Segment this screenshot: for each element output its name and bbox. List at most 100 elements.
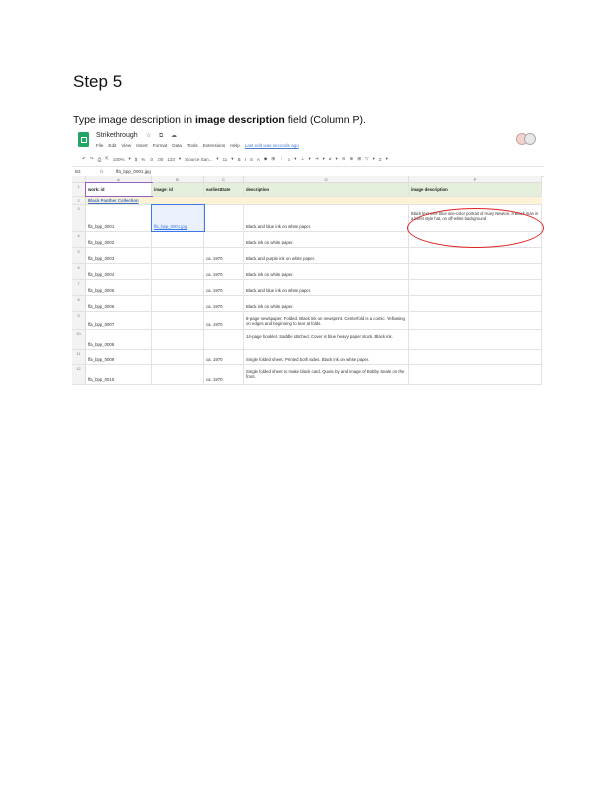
table-cell[interactable]: 8-page newspaper. Folded. Black ink on n… <box>244 312 409 329</box>
row-number[interactable]: 12 <box>72 365 86 384</box>
toolbar-control[interactable]: ↷ <box>90 156 94 162</box>
table-cell[interactable]: Black ink on white paper. <box>244 264 409 279</box>
toolbar-control[interactable]: ⇱ <box>105 156 109 162</box>
menu-item[interactable]: Tools <box>187 143 198 148</box>
toolbar-control[interactable]: ⊞ <box>357 156 361 162</box>
toolbar-control[interactable]: 100% <box>113 157 125 162</box>
table-cell[interactable] <box>152 312 204 329</box>
toolbar-control[interactable]: ↶ <box>82 156 86 162</box>
toolbar-control[interactable]: ⊥ <box>301 156 305 162</box>
table-cell[interactable] <box>204 330 244 349</box>
table-cell[interactable]: Black and purple ink on white paper. <box>244 248 409 263</box>
menu-item[interactable]: Help <box>230 143 239 148</box>
toolbar-control[interactable]: % <box>141 157 145 162</box>
toolbar-control[interactable]: ▾ <box>373 156 375 162</box>
table-cell[interactable] <box>409 296 542 311</box>
table-cell[interactable]: ca. 1970 <box>204 350 244 364</box>
toolbar-control[interactable]: ▾ <box>335 156 337 162</box>
header-cell[interactable]: work: id <box>85 182 153 197</box>
header-cell[interactable]: image description <box>409 183 542 196</box>
toolbar-control[interactable]: ▾ <box>231 156 233 162</box>
formula-input[interactable]: ffa_bpp_0001.jpg <box>116 169 151 174</box>
table-cell[interactable] <box>409 312 542 329</box>
sheets-logo-icon[interactable] <box>78 132 89 147</box>
row-number[interactable]: 6 <box>72 264 86 279</box>
menu-item[interactable]: Insert <box>136 143 148 148</box>
header-cell[interactable]: description <box>244 183 409 196</box>
toolbar-control[interactable]: ▾ <box>294 156 296 162</box>
toolbar-control[interactable]: ≡ <box>288 157 291 162</box>
toolbar-control[interactable]: ▾ <box>128 156 130 162</box>
row-number[interactable]: 3 <box>72 205 86 231</box>
row-number[interactable]: 11 <box>72 350 86 364</box>
table-cell[interactable]: ca. 1970 <box>204 365 244 384</box>
row-number[interactable]: 5 <box>72 248 86 263</box>
table-cell[interactable] <box>409 365 542 384</box>
table-cell[interactable]: Black ink on white paper. <box>244 296 409 311</box>
toolbar-control[interactable]: ⌀ <box>329 156 332 162</box>
table-cell[interactable]: ffa_bpp_0001.jpg <box>151 204 205 232</box>
menu-item[interactable]: Extensions <box>203 143 225 148</box>
toolbar-control[interactable]: $ <box>135 157 138 162</box>
row-number[interactable]: 9 <box>72 312 86 329</box>
toolbar-control[interactable]: 123 <box>167 157 175 162</box>
table-cell[interactable]: ca. 1970 <box>204 264 244 279</box>
toolbar-control[interactable]: ◆ <box>264 156 267 162</box>
table-cell[interactable] <box>409 330 542 349</box>
toolbar-control[interactable]: I <box>245 157 246 162</box>
menu-item[interactable]: Data <box>172 143 182 148</box>
toolbar-control[interactable]: 11 <box>223 157 228 162</box>
document-title[interactable]: Strikethrough <box>96 132 138 139</box>
toolbar-control[interactable]: B <box>238 157 241 162</box>
toolbar-control[interactable]: ⊝ <box>342 156 346 162</box>
table-cell[interactable]: ffa_bpp_0003 <box>86 248 152 263</box>
table-cell[interactable]: Black and blue ink on white paper. <box>244 205 409 231</box>
column-header-c[interactable]: C <box>204 176 244 183</box>
toolbar-control[interactable]: ▾ <box>216 156 218 162</box>
toolbar-control[interactable]: .0 <box>149 157 153 162</box>
table-cell[interactable]: Black and blue ink on white paper. <box>244 280 409 295</box>
cell-reference[interactable]: B3 <box>75 169 81 174</box>
menu-item[interactable]: Edit <box>108 143 116 148</box>
row-number[interactable]: 7 <box>72 280 86 295</box>
table-cell[interactable] <box>152 232 204 247</box>
row-number[interactable]: 2 <box>72 197 86 204</box>
toolbar-control[interactable]: ⎙ <box>98 157 102 162</box>
table-cell[interactable]: ffa_bpp_0007 <box>86 312 152 329</box>
header-cell[interactable]: earliestDate <box>204 183 244 196</box>
toolbar-control[interactable]: ▾ <box>308 156 310 162</box>
table-cell[interactable] <box>409 280 542 295</box>
table-cell[interactable]: ffa_bpp_0004 <box>86 264 152 279</box>
menu-item[interactable]: View <box>121 143 131 148</box>
table-cell[interactable]: Single folded sheet. Printed both sides.… <box>244 350 409 364</box>
table-cell[interactable]: ffa_bpp_0001 <box>86 205 152 231</box>
table-cell[interactable] <box>409 350 542 364</box>
toolbar-control[interactable]: Source San... <box>185 157 212 162</box>
table-cell[interactable]: ca. 1970 <box>204 296 244 311</box>
toolbar-control[interactable]: ⇥ <box>315 156 319 162</box>
table-cell[interactable]: 14-page booklet. Saddle stitched. Cover … <box>244 330 409 349</box>
table-cell[interactable] <box>409 264 542 279</box>
toolbar-control[interactable]: ▽ <box>365 156 368 162</box>
table-cell[interactable] <box>152 296 204 311</box>
table-cell[interactable] <box>204 232 244 247</box>
column-header-a[interactable]: A <box>86 176 152 183</box>
table-cell[interactable] <box>204 205 244 231</box>
table-cell[interactable]: ffa_bpp_0005 <box>86 280 152 295</box>
table-cell[interactable]: Single folded sheet to make black card. … <box>244 365 409 384</box>
table-cell[interactable] <box>152 264 204 279</box>
toolbar-control[interactable]: ▾ <box>179 156 181 162</box>
history-icon[interactable] <box>524 133 536 145</box>
menu-item[interactable]: File <box>96 143 103 148</box>
table-cell[interactable]: ffa_bpp_0008 <box>86 330 152 349</box>
star-move-cloud-icons[interactable]: ☆ ⧉ ☁ <box>146 132 180 140</box>
column-header-o[interactable]: O <box>244 176 409 183</box>
row-number[interactable]: 10 <box>72 330 86 349</box>
table-cell[interactable]: ca. 1970 <box>204 280 244 295</box>
table-cell[interactable] <box>152 365 204 384</box>
collection-title-link[interactable]: Black Panther Collection <box>88 198 139 203</box>
table-cell[interactable]: ffa_bpp_0010 <box>86 365 152 384</box>
toolbar-control[interactable]: ▾ <box>386 156 388 162</box>
column-header-b[interactable]: B <box>152 176 204 183</box>
table-cell[interactable]: ca. 1970 <box>204 248 244 263</box>
